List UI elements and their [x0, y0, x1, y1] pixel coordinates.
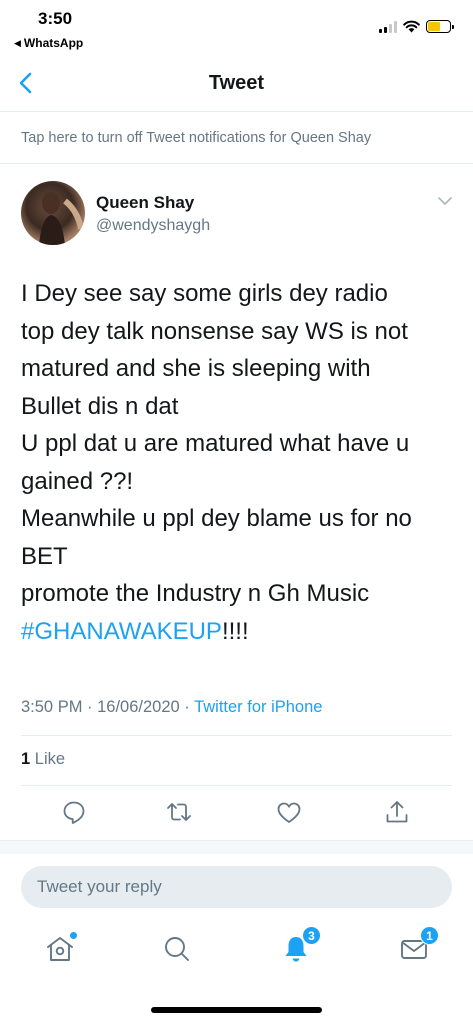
battery-icon [426, 20, 454, 33]
tweet-meta: 3:50 PM · 16/06/2020 · Twitter for iPhon… [21, 698, 322, 717]
tweet-line: top dey talk nonsense say WS is not [21, 317, 408, 345]
tweet-line: I Dey see say some girls dey radio [21, 280, 388, 307]
wifi-icon [403, 20, 420, 33]
tweet-text: I Dey see say some girls dey radio top d… [21, 275, 461, 650]
search-icon [165, 937, 189, 961]
back-triangle-icon: ◀ [14, 37, 21, 48]
tweet-line: Bullet dis n dat [21, 392, 179, 420]
tweet-actions [0, 798, 473, 834]
back-app-label: WhatsApp [23, 36, 84, 50]
section-separator [0, 840, 473, 854]
avatar[interactable] [21, 181, 85, 245]
messages-badge: 1 [420, 926, 439, 945]
tweet-hashtag-line: #GHANAWAKEUP!!!! [21, 613, 461, 651]
tweet-line: Meanwhile u ppl dey blame us for no [21, 505, 412, 532]
tweet-line: promote the Industry n Gh Music [21, 580, 370, 607]
hashtag-link[interactable]: #GHANAWAKEUP [21, 618, 222, 645]
likes-count[interactable]: 1 Like [21, 750, 65, 769]
hashtag-suffix: !!!! [221, 617, 249, 645]
tweet-source-link[interactable]: Twitter for iPhone [194, 698, 322, 716]
chevron-down-icon[interactable] [437, 196, 453, 206]
author-handle[interactable]: @wendyshaygh [96, 217, 210, 235]
like-icon[interactable] [275, 798, 303, 826]
reply-icon[interactable] [60, 798, 88, 826]
notification-toggle-banner[interactable]: Tap here to turn off Tweet notifications… [0, 112, 473, 164]
tweet-line: gained ??! [21, 467, 134, 495]
like-count-label: Like [30, 750, 66, 768]
tweet-timestamp: 3:50 PM · 16/06/2020 · [21, 698, 195, 716]
nav-bar: Tweet [0, 56, 473, 112]
new-content-dot [70, 932, 77, 939]
tab-bar: 3 1 [0, 920, 473, 980]
home-indicator [151, 1007, 322, 1013]
back-to-app-link[interactable]: ◀ WhatsApp [14, 36, 83, 50]
tweet-line: matured and she is sleeping with [21, 355, 371, 382]
notifications-badge: 3 [302, 926, 321, 945]
like-count-number: 1 [21, 750, 31, 768]
status-icons [379, 20, 454, 33]
status-time: 3:50 [38, 9, 73, 28]
reply-input[interactable]: Tweet your reply [21, 866, 452, 908]
author-name[interactable]: Queen Shay [96, 193, 194, 213]
tab-search[interactable] [160, 932, 194, 966]
divider [21, 735, 452, 736]
page-title: Tweet [208, 72, 265, 94]
share-icon[interactable] [383, 798, 411, 826]
tab-messages[interactable]: 1 [397, 926, 439, 966]
tab-notifications[interactable]: 3 [279, 926, 321, 966]
status-bar: 3:50 ◀ WhatsApp [0, 0, 473, 56]
tweet-line: U ppl dat u are matured what have u [21, 430, 410, 457]
tweet-line: BET [21, 542, 68, 570]
retweet-icon[interactable] [165, 798, 193, 826]
tab-home[interactable] [43, 932, 77, 966]
divider [21, 785, 452, 786]
cellular-signal-icon [379, 20, 397, 33]
avatar-image-icon [39, 192, 84, 245]
